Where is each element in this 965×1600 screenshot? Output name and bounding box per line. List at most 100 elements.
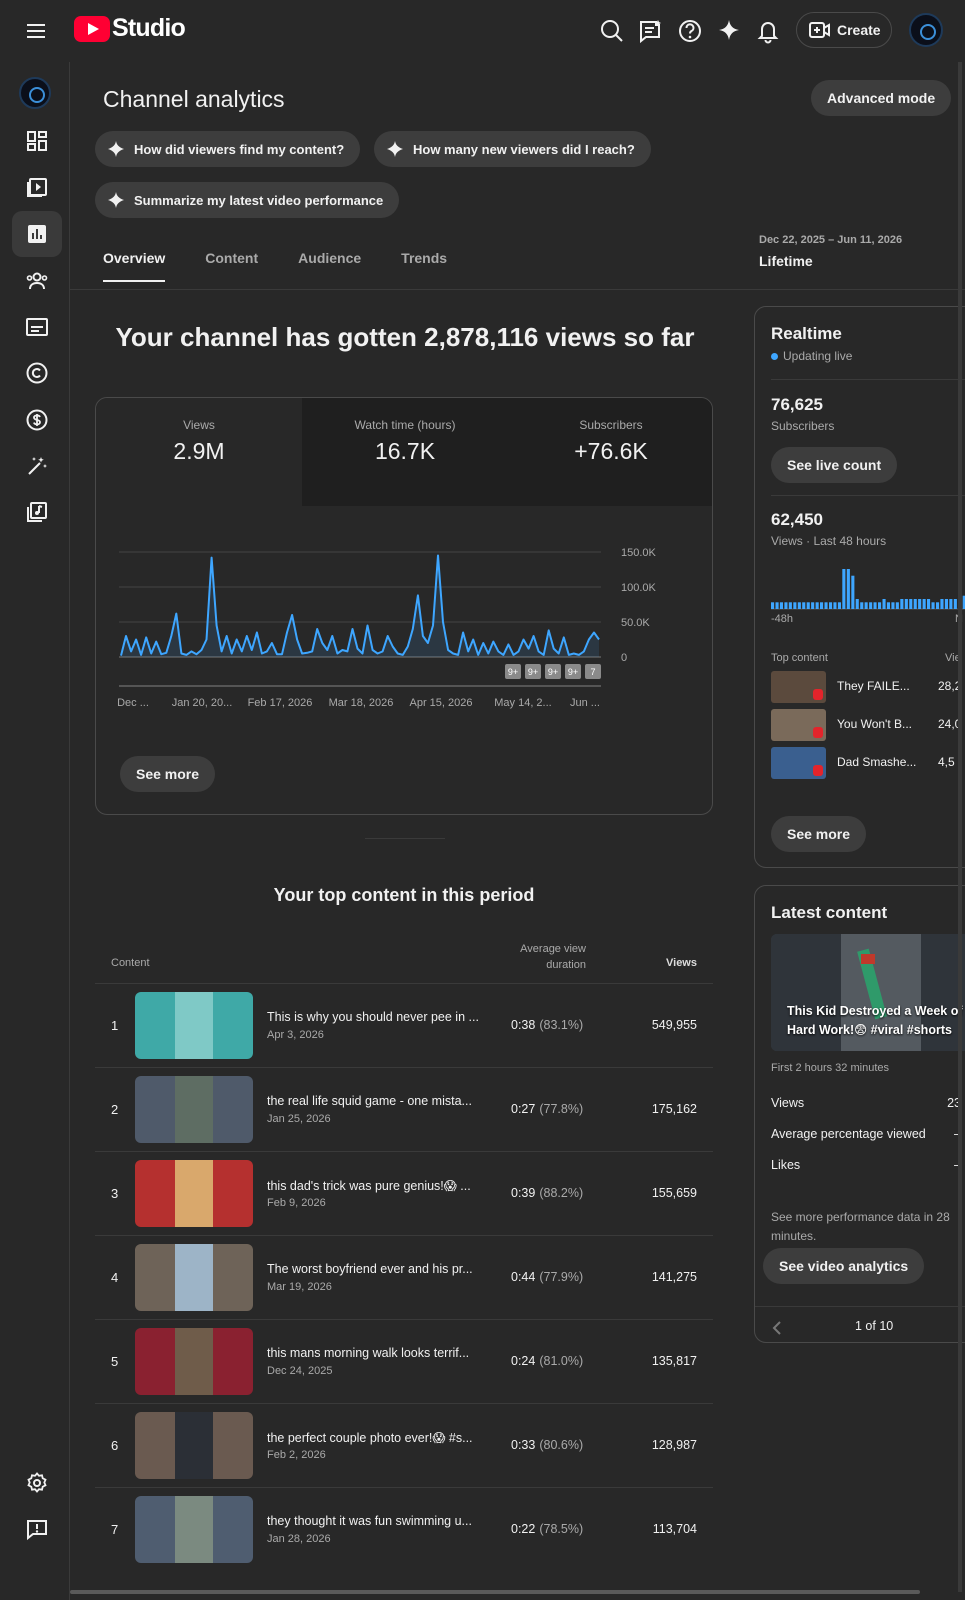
live-dot-icon (771, 352, 778, 360)
realtime-content-item[interactable]: They FAILE... 28,2 (771, 671, 965, 711)
sidebar-item-customization[interactable] (12, 443, 62, 489)
account-avatar[interactable] (909, 13, 943, 47)
video-title[interactable]: they thought it was fun swimming u... (267, 1514, 487, 1528)
see-live-count-button[interactable]: See live count (771, 447, 898, 483)
suggestion-chip[interactable]: How many new viewers did I reach? (374, 131, 651, 167)
notifications-icon[interactable] (754, 17, 782, 45)
sidebar-item-feedback[interactable] (12, 1506, 62, 1552)
sidebar-item-subtitles[interactable] (12, 304, 62, 350)
table-row[interactable]: 2 the real life squid game - one mista...… (95, 1067, 713, 1151)
advanced-mode-button[interactable]: Advanced mode (811, 80, 952, 116)
video-title[interactable]: this mans morning walk looks terrif... (267, 1346, 487, 1360)
duration-value: 0:24 (511, 1354, 536, 1368)
duration-value: 0:27 (511, 1102, 536, 1116)
channel-avatar[interactable] (19, 77, 51, 109)
sparkle-icon (108, 141, 124, 157)
suggestion-chip[interactable]: How did viewers find my content? (95, 131, 361, 167)
chip-label: How many new viewers did I reach? (413, 141, 635, 157)
video-thumbnail[interactable] (135, 1496, 253, 1563)
see-more-button[interactable]: See more (771, 816, 867, 852)
video-thumbnail[interactable] (135, 1328, 253, 1395)
realtime-bar-chart (771, 569, 965, 610)
video-thumbnail[interactable] (135, 1160, 253, 1227)
avg-view-duration: 0:44 (77.9%) (511, 1270, 583, 1284)
spark-bar (953, 599, 957, 609)
settings-icon (27, 1472, 47, 1493)
video-date: Jan 28, 2026 (267, 1533, 331, 1545)
video-thumbnail[interactable] (135, 1076, 253, 1143)
realtime-content-item[interactable]: Dad Smashe... 4,5 (771, 747, 965, 787)
y-tick-label: 150.0K (621, 547, 657, 559)
table-row[interactable]: 6 the perfect couple photo ever!😱 #s... Fe… (95, 1403, 713, 1487)
sidebar-item-analytics[interactable] (12, 211, 62, 257)
sidebar-item-settings[interactable] (12, 1460, 62, 1506)
tab-trends[interactable]: Trends (401, 250, 447, 282)
studio-logo[interactable]: Studio (74, 14, 186, 43)
sidebar-item-audio-library[interactable] (12, 489, 62, 535)
table-row[interactable]: 5 this mans morning walk looks terrif... D… (95, 1319, 713, 1403)
video-title[interactable]: This is why you should never pee in ... (267, 1010, 487, 1024)
latest-content-card: Latest content This Kid Destroyed a Week… (754, 885, 965, 1343)
realtime-views-label: Views · Last 48 hours (771, 534, 887, 548)
metric-views[interactable]: Views 2.9M (96, 398, 302, 506)
vertical-scrollbar[interactable] (958, 62, 962, 1592)
table-row[interactable]: 3 this dad's trick was pure genius!😱 ... F… (95, 1151, 713, 1235)
comments-icon[interactable] (637, 17, 665, 45)
metric-watch-time[interactable]: Watch time (hours) 16.7K (302, 398, 508, 506)
x-tick-label: May 14, 2... (494, 697, 551, 709)
date-period-selector[interactable]: Lifetime (759, 253, 813, 269)
video-title[interactable]: the perfect couple photo ever!😱 #s... (267, 1430, 487, 1445)
metric-subscribers[interactable]: Subscribers +76.6K (508, 398, 712, 506)
suggestion-chip[interactable]: Summarize my latest video performance (95, 182, 400, 218)
date-range[interactable]: Dec 22, 2025 – Jun 11, 2026 (759, 234, 902, 246)
table-row[interactable]: 1 This is why you should never pee in ...… (95, 983, 713, 1067)
live-status: Updating live (771, 349, 852, 363)
video-title[interactable]: the real life squid game - one mista... (267, 1094, 487, 1108)
chevron-left-icon[interactable] (771, 1320, 783, 1336)
create-label: Create (837, 22, 881, 38)
upload-marker-label: 9+ (568, 667, 578, 677)
row-rank: 2 (111, 1102, 119, 1117)
video-thumbnail[interactable] (135, 992, 253, 1059)
tab-audience[interactable]: Audience (298, 250, 361, 282)
video-title[interactable]: The worst boyfriend ever and his pr... (267, 1262, 487, 1276)
create-button[interactable]: Create (796, 12, 892, 48)
spark-bar (797, 602, 801, 609)
see-more-button[interactable]: See more (120, 756, 216, 792)
search-icon[interactable] (598, 17, 626, 45)
spark-bar (900, 599, 904, 609)
tab-content[interactable]: Content (205, 250, 258, 282)
duration-percent: (81.0%) (539, 1354, 584, 1368)
y-tick-label: 0 (621, 652, 627, 664)
sparkle-icon[interactable] (715, 17, 743, 45)
sparkle-icon (108, 192, 124, 208)
sidebar-item-earn[interactable] (12, 397, 62, 443)
video-thumbnail[interactable] (135, 1244, 253, 1311)
video-title[interactable]: this dad's trick was pure genius!😱 ... (267, 1178, 487, 1193)
metric-label: Watch time (hours) (354, 418, 456, 432)
table-row[interactable]: 7 they thought it was fun swimming u... Ja… (95, 1487, 713, 1571)
sidebar-item-content[interactable] (12, 164, 62, 210)
latest-video-thumbnail[interactable]: This Kid Destroyed a Week of Hard Work!😨… (771, 934, 965, 1051)
sidebar-item-community[interactable] (12, 258, 62, 304)
spark-bar (779, 602, 783, 609)
realtime-content-item[interactable]: You Won't B... 24,0 (771, 709, 965, 749)
menu-icon[interactable] (24, 19, 50, 43)
video-date: Feb 9, 2026 (267, 1197, 326, 1209)
upload-marker-label: 9+ (548, 667, 558, 677)
analytics-tabs: Overview Content Audience Trends (103, 250, 487, 282)
see-video-analytics-button[interactable]: See video analytics (763, 1248, 925, 1284)
subtitles-icon (26, 318, 48, 336)
avg-view-duration: 0:38 (83.1%) (511, 1018, 583, 1032)
sidebar-item-copyright[interactable] (12, 350, 62, 396)
sidebar-item-dashboard[interactable] (12, 118, 62, 164)
video-thumbnail[interactable] (135, 1412, 253, 1479)
table-row[interactable]: 4 The worst boyfriend ever and his pr... M… (95, 1235, 713, 1319)
duration-value: 0:44 (511, 1270, 536, 1284)
horizontal-scrollbar[interactable] (70, 1590, 920, 1594)
help-icon[interactable] (676, 17, 704, 45)
stat-label: Average percentage viewed (771, 1127, 926, 1141)
spark-bar (918, 599, 922, 609)
earn-icon (26, 409, 48, 431)
tab-overview[interactable]: Overview (103, 250, 166, 282)
